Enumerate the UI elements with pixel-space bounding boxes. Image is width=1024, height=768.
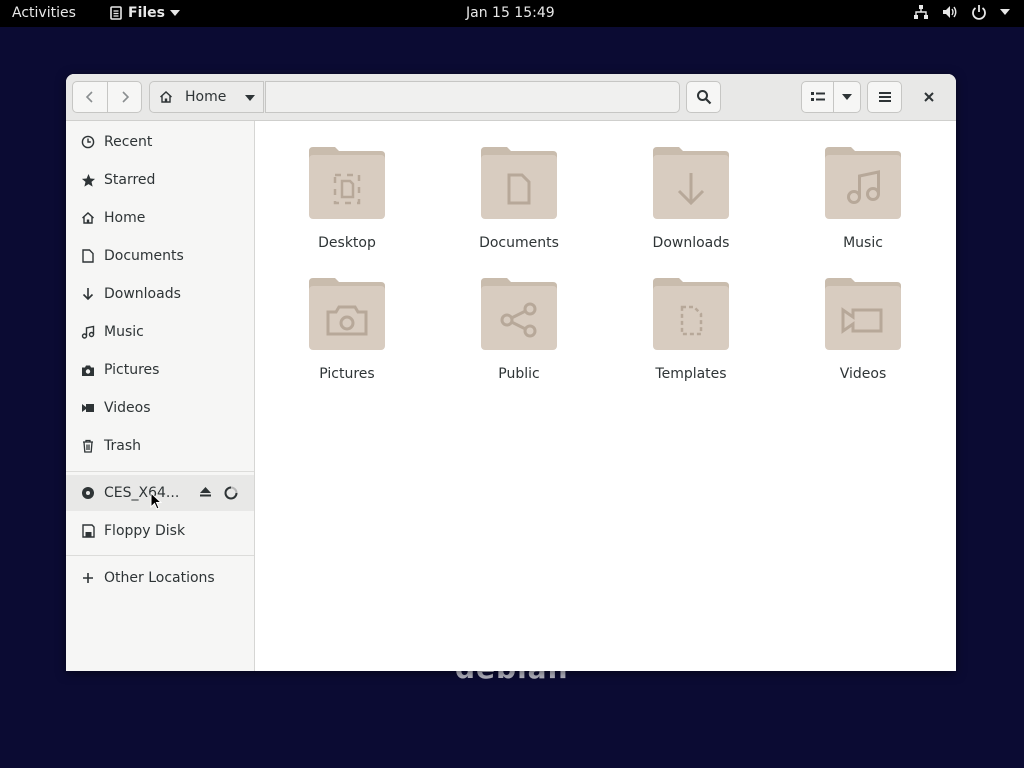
- volume-icon: [943, 6, 957, 18]
- view-mode-button[interactable]: [801, 81, 834, 113]
- home-icon: [80, 210, 96, 226]
- files-app-icon: [110, 6, 122, 20]
- folder-videos-icon: [825, 278, 901, 350]
- folder-public-icon: [481, 278, 557, 350]
- folder-templates[interactable]: Templates: [621, 272, 761, 387]
- top-bar: Activities Files Jan 15 15:49: [0, 0, 1024, 27]
- trash-icon: [80, 438, 96, 454]
- network-icon: [914, 5, 928, 19]
- loading-spinner-icon: [224, 486, 238, 504]
- file-view: Desktop Documents Downloads Music Pictur…: [255, 121, 956, 671]
- close-button[interactable]: [919, 87, 939, 107]
- folder-templates-icon: [653, 278, 729, 350]
- list-view-icon: [810, 92, 825, 101]
- files-window: Home Recent Starred Home Documents Downl…: [66, 74, 956, 671]
- folder-downloads-icon: [653, 147, 729, 219]
- folder-label: Pictures: [319, 366, 375, 382]
- sidebar-item-label: Videos: [104, 400, 151, 416]
- folder-label: Videos: [839, 366, 887, 382]
- search-icon: [696, 90, 711, 105]
- folder-music-icon: [825, 147, 901, 219]
- app-menu[interactable]: Files: [109, 5, 180, 21]
- sidebar-item-recent[interactable]: Recent: [66, 124, 254, 160]
- view-options-button[interactable]: [833, 81, 861, 113]
- chevron-down-icon: [245, 95, 255, 101]
- folder-desktop[interactable]: Desktop: [277, 141, 417, 256]
- sidebar-item-label: Floppy Disk: [104, 523, 186, 539]
- clock[interactable]: Jan 15 15:49: [466, 5, 555, 21]
- sidebar-item-label: Trash: [104, 438, 141, 454]
- chevron-down-icon: [170, 10, 180, 16]
- star-icon: [80, 172, 96, 188]
- main-menu-button[interactable]: [867, 81, 902, 113]
- chevron-left-icon: [85, 91, 93, 103]
- sidebar-item-floppy-disk[interactable]: Floppy Disk: [66, 513, 254, 549]
- folder-pictures[interactable]: Pictures: [277, 272, 417, 387]
- sidebar-item-starred[interactable]: Starred: [66, 162, 254, 198]
- folder-label: Public: [498, 366, 540, 382]
- sidebar-item-label: CES_X64...: [104, 485, 180, 501]
- sidebar-item-label: Other Locations: [104, 570, 215, 586]
- sidebar-item-videos[interactable]: Videos: [66, 390, 254, 426]
- sidebar: Recent Starred Home Documents Downloads …: [66, 121, 255, 671]
- chevron-down-icon: [842, 94, 852, 100]
- clock-icon: [80, 134, 96, 150]
- sidebar-item-label: Pictures: [104, 362, 160, 378]
- video-icon: [80, 400, 96, 416]
- sidebar-item-label: Music: [104, 324, 144, 340]
- folder-label: Templates: [655, 366, 727, 382]
- folder-pictures-icon: [309, 278, 385, 350]
- folder-public[interactable]: Public: [449, 272, 589, 387]
- path-label: Home: [185, 89, 227, 105]
- sidebar-separator: [66, 471, 254, 472]
- document-icon: [80, 248, 96, 264]
- forward-button[interactable]: [107, 81, 142, 113]
- folder-documents[interactable]: Documents: [449, 141, 589, 256]
- sidebar-item-music[interactable]: Music: [66, 314, 254, 350]
- path-button-home[interactable]: Home: [149, 81, 264, 113]
- power-icon: [972, 5, 986, 20]
- sidebar-item-label: Recent: [104, 134, 153, 150]
- search-button[interactable]: [686, 81, 721, 113]
- sidebar-item-documents[interactable]: Documents: [66, 238, 254, 274]
- camera-icon: [80, 362, 96, 378]
- sidebar-item-other-locations[interactable]: Other Locations: [66, 560, 254, 596]
- sidebar-item-downloads[interactable]: Downloads: [66, 276, 254, 312]
- folder-label: Music: [843, 235, 883, 251]
- sidebar-item-label: Documents: [104, 248, 184, 264]
- back-button[interactable]: [72, 81, 108, 113]
- folder-label: Desktop: [318, 235, 376, 251]
- header-bar: Home: [66, 74, 956, 121]
- sidebar-item-label: Downloads: [104, 286, 181, 302]
- chevron-right-icon: [121, 91, 129, 103]
- home-icon: [160, 91, 172, 103]
- sidebar-separator: [66, 555, 254, 556]
- activities-button[interactable]: Activities: [12, 5, 76, 21]
- sidebar-item-label: Home: [104, 210, 146, 226]
- folder-desktop-icon: [309, 147, 385, 219]
- folder-label: Downloads: [652, 235, 730, 251]
- disc-icon: [80, 485, 96, 501]
- folder-videos[interactable]: Videos: [793, 272, 933, 387]
- download-icon: [80, 286, 96, 302]
- music-icon: [80, 324, 96, 340]
- sidebar-item-pictures[interactable]: Pictures: [66, 352, 254, 388]
- folder-music[interactable]: Music: [793, 141, 933, 256]
- folder-label: Documents: [479, 235, 559, 251]
- sidebar-item-trash[interactable]: Trash: [66, 428, 254, 464]
- sidebar-item-home[interactable]: Home: [66, 200, 254, 236]
- close-icon: [924, 92, 934, 102]
- sidebar-item-label: Starred: [104, 172, 156, 188]
- mouse-cursor-icon: [150, 492, 162, 510]
- floppy-icon: [80, 523, 96, 539]
- folder-documents-icon: [481, 147, 557, 219]
- chevron-down-icon: [1000, 9, 1010, 15]
- location-bar[interactable]: [265, 81, 680, 113]
- system-tray[interactable]: [913, 4, 1010, 20]
- plus-icon: [80, 570, 96, 586]
- app-menu-label: Files: [128, 5, 165, 21]
- hamburger-menu-icon: [878, 92, 891, 102]
- folder-downloads[interactable]: Downloads: [621, 141, 761, 256]
- eject-icon[interactable]: [199, 485, 212, 502]
